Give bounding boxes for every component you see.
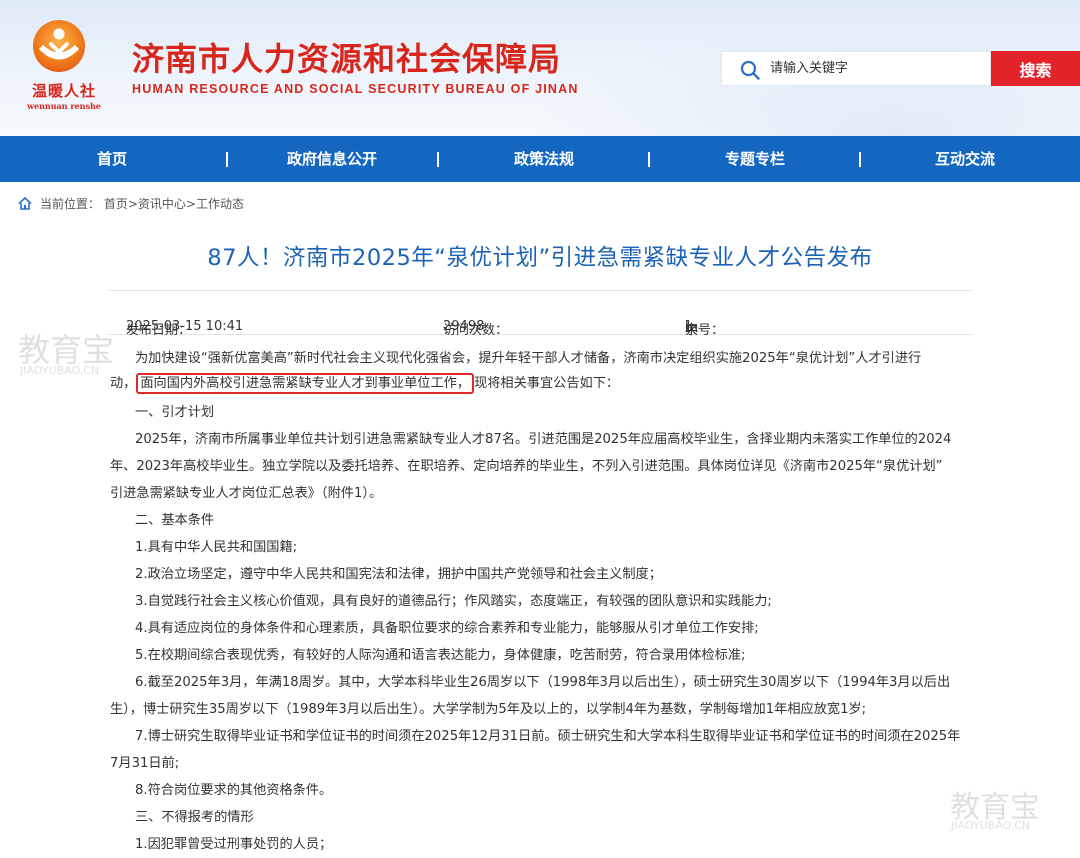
nav-item-gov-info[interactable]: 政府信息公开 [262,136,402,182]
nav-item-interaction[interactable]: 互动交流 [905,136,1025,182]
font-size-bracket: ] [685,319,691,334]
breadcrumb-separator: > [185,197,196,211]
condition-5: 5.在校期间综合表现优秀，有较好的人际沟通和语言表达能力，身体健康，吃苦耐劳，符… [135,648,746,663]
main-nav: 首页 政府信息公开 政策法规 专题专栏 互动交流 [0,136,1080,182]
breadcrumb-separator: > [127,197,138,211]
section-heading-3: 三、不得报考的情形 [135,810,254,825]
view-count-value: 29498 [443,319,485,334]
nav-separator [437,152,439,167]
condition-3: 3.自觉践行社会主义核心价值观，具有良好的道德品行；作风踏实，态度端正，有较强的… [135,594,772,609]
breadcrumb-home[interactable]: 首页 [104,197,128,211]
exclusion-1: 1.因犯罪曾受过刑事处罚的人员； [135,837,333,852]
intro-text: 现将相关事宜公告如下： [474,376,620,391]
condition-7-line-1: 7.博士研究生取得毕业证书和学位证书的时间须在2025年12月31日前。硕士研究… [135,729,961,744]
condition-1: 1.具有中华人民共和国国籍; [135,540,298,555]
nav-item-home[interactable]: 首页 [62,136,162,182]
watermark-en: JIAOYUBAO.CN [951,819,1031,832]
paragraph-sec1-1: 2025年，济南市所属事业单位共计划引进急需紧缺专业人才87名。引进范围是202… [135,432,952,447]
publish-date-value: 2025-03-15 10:41 [126,319,244,334]
site-title: 济南市人力资源和社会保障局 [132,40,562,78]
site-logo[interactable]: 温暖人社 wennuan renshe [22,20,106,116]
section-heading-1: 一、引才计划 [135,405,215,420]
logo-text-en: wennuan renshe [27,101,101,111]
nav-item-policies[interactable]: 政策法规 [484,136,604,182]
search-bar: 搜索 [721,51,1080,86]
breadcrumb-news-center[interactable]: 资讯中心 [138,197,186,211]
article-title: 87人！济南市2025年“泉优计划”引进急需紧缺专业人才公告发布 [207,245,873,271]
search-input[interactable] [770,52,985,85]
paragraph-sec1-2: 年、2023年高校毕业生。独立学院以及委托培养、在职培养、定向培养的毕业生，不列… [110,459,943,474]
site-subtitle: HUMAN RESOURCE AND SOCIAL SECURITY BUREA… [132,82,579,96]
search-icon[interactable] [740,60,760,80]
condition-6-line-1: 6.截至2025年3月，年满18周岁。其中，大学本科毕业生26周岁以下（1998… [135,675,951,690]
condition-7-line-2: 7月31日前; [110,756,180,771]
search-box [721,51,991,86]
article-meta: 发布日期： 2025-03-15 10:41 访问次数： 29498 字号：[ 大 … [108,290,973,338]
nav-separator [859,152,861,167]
highlighted-text: 面向国内外高校引进急需紧缺专业人才到事业单位工作， [136,373,475,394]
site-header: 温暖人社 wennuan renshe 济南市人力资源和社会保障局 HUMAN … [0,0,1080,136]
nav-separator [226,152,228,167]
paragraph-intro-1: 为加快建设“强新优富美高”新时代社会主义现代化强省会，提升年轻干部人才储备，济南… [135,351,922,366]
watermark-en: JIAOYUBAO.CN [20,364,100,377]
search-button[interactable]: 搜索 [991,51,1080,86]
condition-4: 4.具有适应岗位的身体条件和心理素质，具备职位要求的综合素养和专业能力，能够服从… [135,621,759,636]
condition-6-line-2: 生），博士研究生35周岁以下（1989年3月以后出生）。大学学制为5年及以上的，… [110,702,867,717]
logo-text-cn: 温暖人社 [31,82,96,100]
condition-2: 2.政治立场坚定，遵守中华人民共和国宪法和法律，拥护中国共产党领导和社会主义制度… [135,567,662,582]
warm-people-logo-icon [33,20,85,72]
paragraph-intro-2: 动， 面向国内外高校引进急需紧缺专业人才到事业单位工作， 现将相关事宜公告如下： [110,372,620,394]
condition-8: 8.符合岗位要求的其他资格条件。 [135,783,333,798]
paragraph-sec1-3: 引进急需紧缺专业人才岗位汇总表》（附件1）。 [110,486,383,501]
home-icon [18,197,32,210]
nav-separator [648,152,650,167]
nav-item-topics[interactable]: 专题专栏 [695,136,815,182]
intro-text: 动， [110,376,137,391]
section-heading-2: 二、基本条件 [135,513,215,528]
breadcrumb-work-updates[interactable]: 工作动态 [196,197,244,211]
breadcrumb-prefix: 当前位置： [40,197,101,211]
